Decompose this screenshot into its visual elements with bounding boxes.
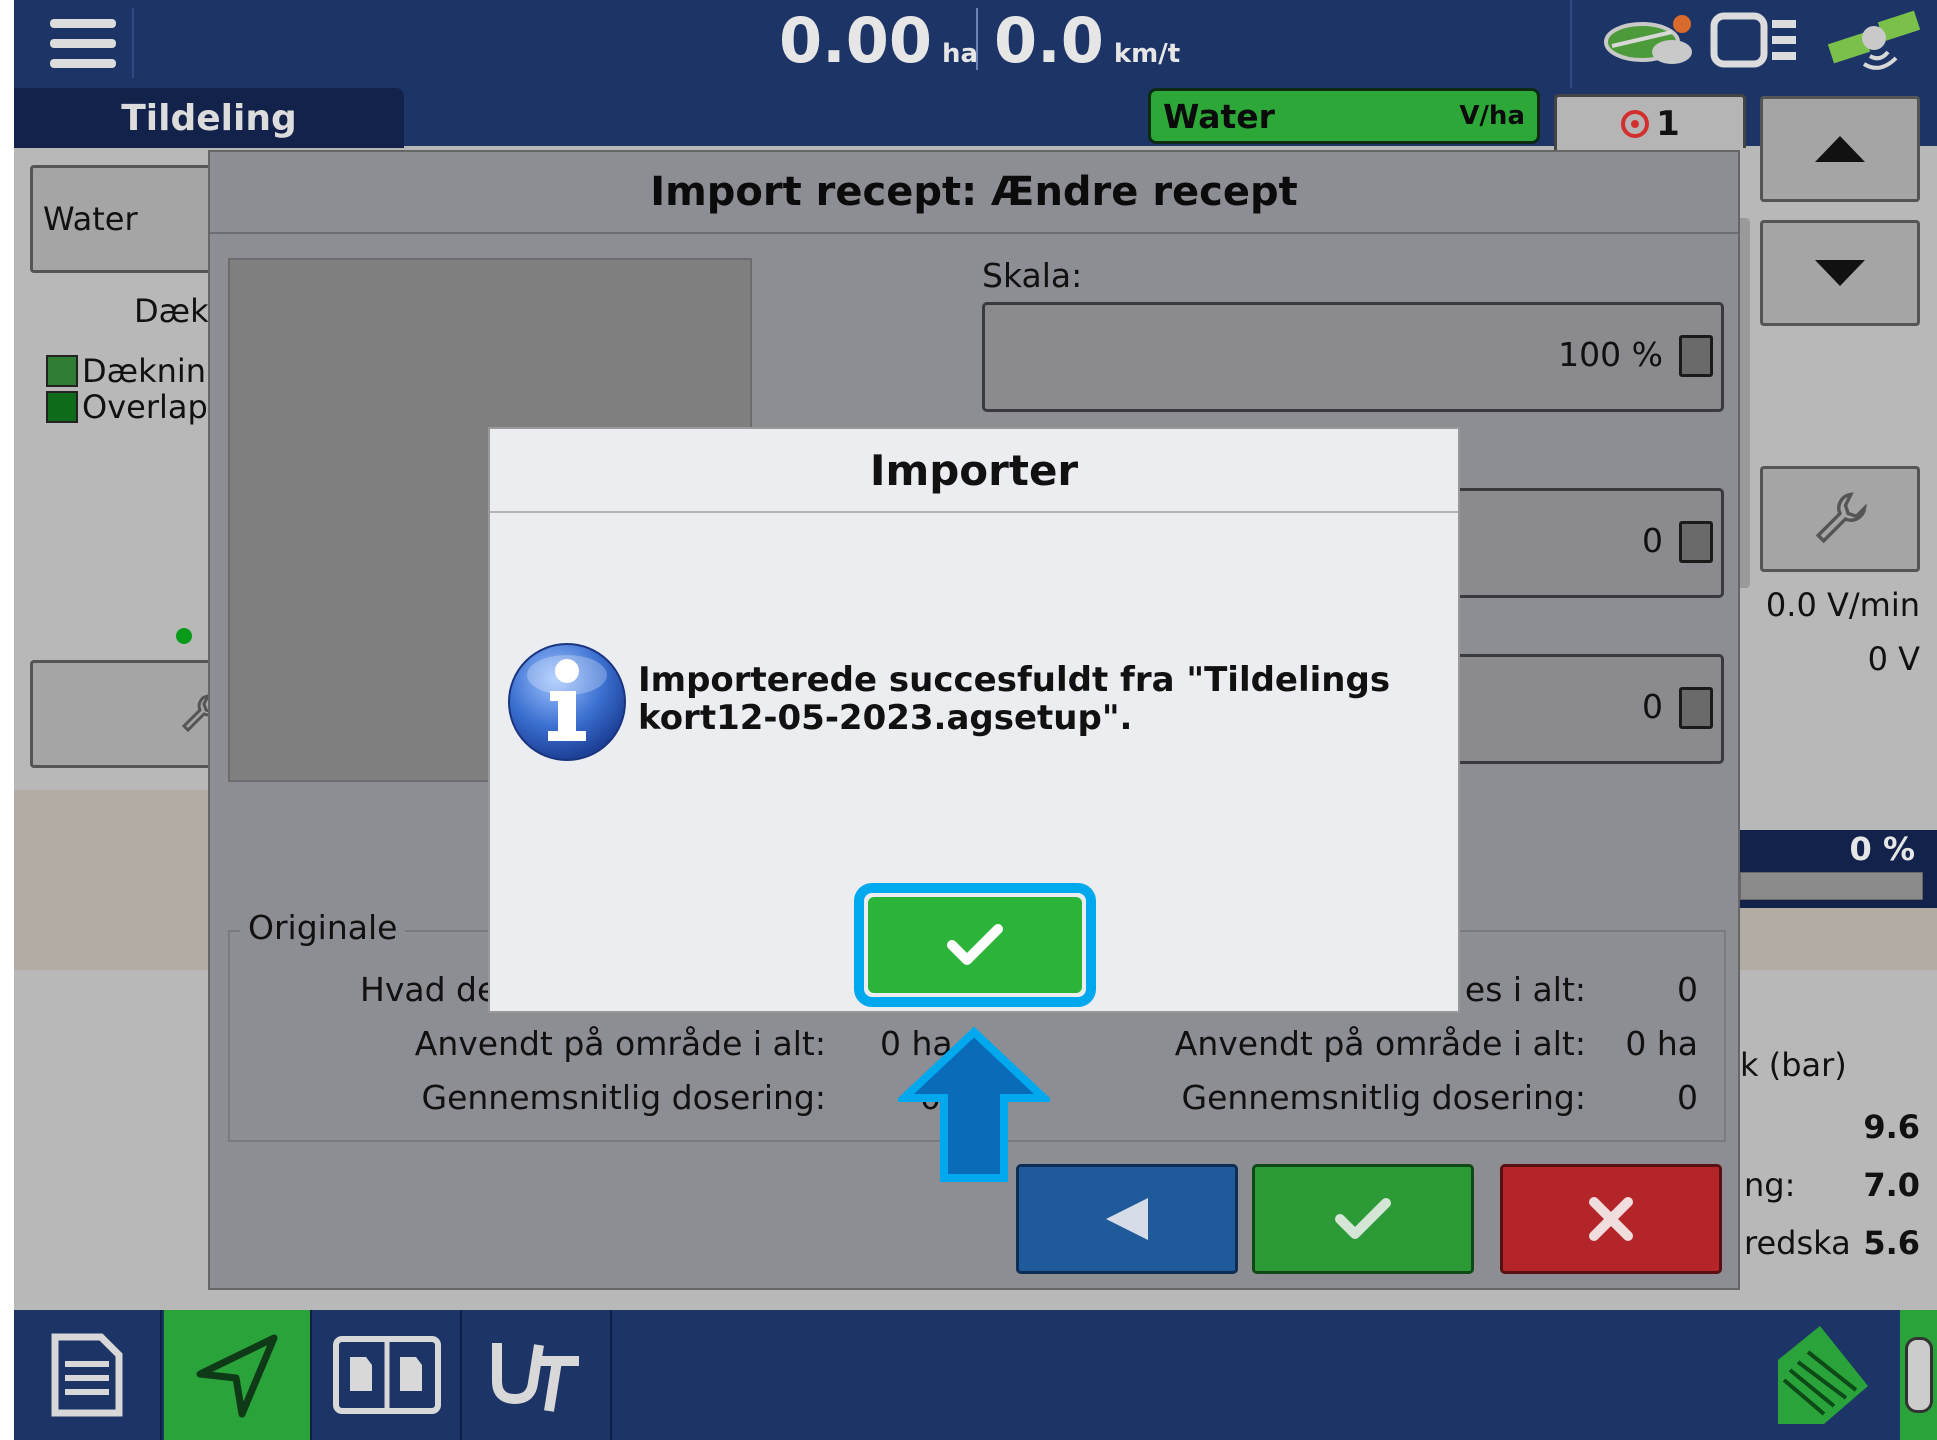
right-wrench-button[interactable] xyxy=(1760,466,1920,572)
original-label-1: Hvad de xyxy=(360,970,498,1009)
pressure-label-3: redska xyxy=(1744,1224,1851,1262)
ok-button[interactable] xyxy=(868,897,1082,993)
coverage-title: Dæk xyxy=(134,292,209,330)
split-screen-button[interactable] xyxy=(314,1310,462,1440)
tab-tildeling-label: Tildeling xyxy=(121,97,297,139)
checkmark-icon xyxy=(947,924,1003,965)
pressure-value-1: 9.6 xyxy=(1863,1108,1920,1146)
field-3-value: 0 xyxy=(1642,687,1663,726)
confirm-button[interactable] xyxy=(1252,1164,1474,1274)
modal-message-line1: Importerede succesfuldt fra "Tildelings xyxy=(638,660,1391,700)
alarm-button[interactable]: 1 xyxy=(1554,94,1746,154)
tab-tildeling[interactable]: Tildeling xyxy=(14,88,404,148)
original-section-title: Originale xyxy=(240,908,406,947)
bottom-nav-bar xyxy=(14,1310,1937,1440)
scroll-down-button[interactable] xyxy=(1760,220,1920,326)
display-icon[interactable] xyxy=(1710,12,1802,70)
close-icon xyxy=(1589,1197,1633,1241)
pressure-row-3: redska 5.6 xyxy=(1744,1224,1920,1262)
navigation-button[interactable] xyxy=(164,1310,312,1440)
legend-label-overlap: Overlap xyxy=(82,388,208,426)
cancel-button[interactable] xyxy=(1500,1164,1722,1274)
map-area xyxy=(14,790,214,970)
modal-message-line2: kort12-05-2023.agsetup". xyxy=(638,698,1133,738)
pressure-label-2: ng: xyxy=(1744,1166,1796,1204)
right-edge-handle[interactable] xyxy=(1900,1310,1937,1440)
checkmark-icon xyxy=(1335,1198,1391,1239)
handle-grip xyxy=(1904,1337,1933,1413)
scale-label: Skala: xyxy=(982,256,1083,295)
new-value-1: 0 xyxy=(1677,970,1698,1009)
scale-value: 100 % xyxy=(1558,335,1663,374)
status-dot xyxy=(176,628,192,644)
speed-readout: 0.0 km/t xyxy=(994,4,1180,84)
speed-unit: km/t xyxy=(1113,39,1181,69)
legend-swatch-coverage xyxy=(46,355,78,387)
new-label-3: Gennemsnitlig dosering: xyxy=(1181,1078,1587,1117)
legend-label-coverage: Dæknin xyxy=(82,352,207,390)
field-2-value: 0 xyxy=(1642,521,1663,560)
product-tab-unit: V/ha xyxy=(1459,101,1525,131)
split-screen-icon xyxy=(333,1336,441,1414)
calculator-icon[interactable] xyxy=(1679,521,1713,563)
document-button[interactable] xyxy=(14,1310,162,1440)
pressure-value-3: 5.6 xyxy=(1863,1224,1920,1262)
pressure-row-2: ng: 7.0 xyxy=(1744,1166,1920,1204)
product-tab-water[interactable]: Water V/ha xyxy=(1148,88,1540,144)
legend-overlap: Overlap xyxy=(46,388,208,426)
alarm-count: 1 xyxy=(1656,104,1680,144)
arrow-down-icon xyxy=(1815,260,1865,286)
pressure-title: k (bar) xyxy=(1740,1046,1847,1084)
scale-field[interactable]: 100 % xyxy=(982,302,1724,412)
original-label-2: Anvendt på område i alt: xyxy=(414,1024,826,1063)
new-label-2: Anvendt på område i alt: xyxy=(1174,1024,1586,1063)
calculator-icon[interactable] xyxy=(1679,335,1713,377)
new-value-2: 0 ha xyxy=(1625,1024,1698,1063)
speed-value: 0.0 xyxy=(994,4,1104,77)
modal-message: Importerede succesfuldt fra "Tildelings … xyxy=(638,661,1438,737)
percent-value: 0 % xyxy=(1849,830,1915,868)
hamburger-menu-icon[interactable] xyxy=(34,8,134,78)
pointer-arrow-icon xyxy=(898,1026,1050,1182)
gps-satellite-icon[interactable] xyxy=(1824,4,1928,76)
voltage: 0 V xyxy=(1867,640,1920,678)
right-edge-panel xyxy=(1740,218,1750,588)
new-value-3: 0 xyxy=(1677,1078,1698,1117)
arrow-up-icon xyxy=(1815,136,1865,162)
flow-rate: 0.0 V/min xyxy=(1765,586,1920,624)
ut-button[interactable] xyxy=(464,1310,612,1440)
area-value: 0.00 xyxy=(779,4,932,77)
calculator-icon[interactable] xyxy=(1679,687,1713,729)
percent-bar: 0 % xyxy=(1740,830,1937,908)
map-area-right xyxy=(1740,900,1937,970)
back-arrow-icon xyxy=(1106,1198,1148,1240)
area-readout: 0.00 ha xyxy=(779,4,978,84)
field-cloud-icon[interactable] xyxy=(1602,10,1694,70)
import-result-modal: Importer Importerede succesfuldt fra "Ti… xyxy=(488,427,1460,1013)
dialog-title: Import recept: Ændre recept xyxy=(210,152,1738,234)
status-icons-group xyxy=(1570,0,1937,88)
pressure-value-2: 7.0 xyxy=(1863,1166,1920,1204)
field-logo-icon xyxy=(1778,1326,1868,1424)
left-wrench-button[interactable] xyxy=(30,660,230,768)
modal-title: Importer xyxy=(490,429,1458,513)
legend-coverage: Dæknin xyxy=(46,352,206,390)
info-icon xyxy=(508,643,626,761)
percent-track xyxy=(1740,872,1923,900)
scroll-up-button[interactable] xyxy=(1760,96,1920,202)
document-icon xyxy=(51,1333,123,1417)
ut-icon xyxy=(492,1343,579,1412)
product-selector[interactable]: Water xyxy=(30,165,230,273)
original-label-3: Gennemsnitlig dosering: xyxy=(421,1078,827,1117)
product-tab-name: Water xyxy=(1163,96,1275,136)
area-unit: ha xyxy=(941,39,979,69)
top-status-bar: 0.00 ha 0.0 km/t xyxy=(14,0,1937,88)
legend-swatch-overlap xyxy=(46,391,78,423)
wrench-icon-right xyxy=(1815,492,1867,544)
navigation-icon xyxy=(196,1334,278,1418)
readout-divider xyxy=(976,8,978,70)
alarm-target-icon xyxy=(1621,110,1650,138)
product-label: Water xyxy=(43,200,138,238)
